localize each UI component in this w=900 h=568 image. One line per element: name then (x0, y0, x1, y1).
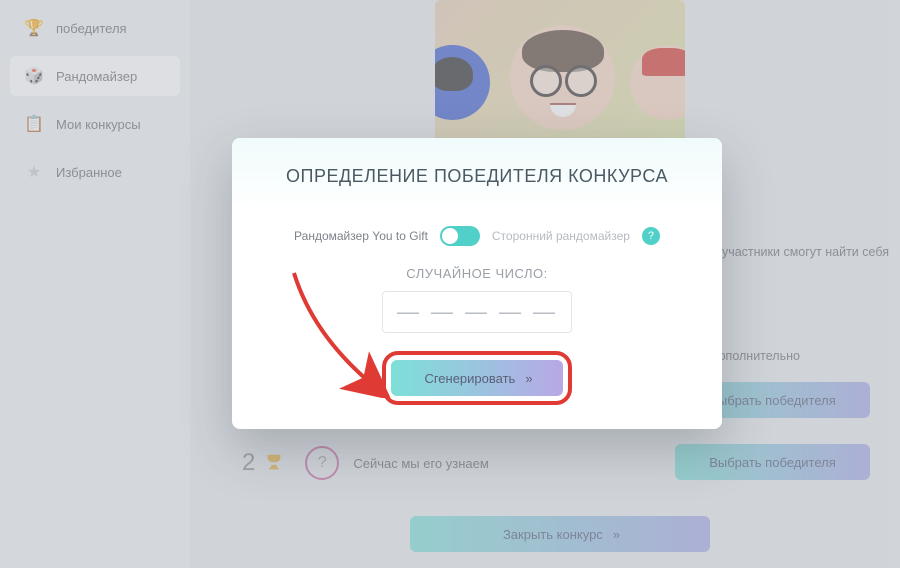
chevron-right-icon: » (525, 371, 529, 386)
generate-highlight: Сгенерировать » (382, 351, 572, 405)
button-label: Сгенерировать (424, 371, 515, 386)
randomizer-toggle-row: Рандомайзер You to Gift Сторонний рандом… (232, 226, 722, 246)
modal-title: ОПРЕДЕЛЕНИЕ ПОБЕДИТЕЛЯ КОНКУРСА (232, 138, 722, 205)
randomizer-toggle[interactable] (440, 226, 480, 246)
winner-modal: ОПРЕДЕЛЕНИЕ ПОБЕДИТЕЛЯ КОНКУРСА Рандомай… (232, 138, 722, 429)
random-number-label: СЛУЧАЙНОЕ ЧИСЛО: (232, 266, 722, 281)
toggle-label-off: Сторонний рандомайзер (492, 229, 630, 243)
generate-button[interactable]: Сгенерировать » (391, 360, 563, 396)
toggle-label-on: Рандомайзер You to Gift (294, 229, 428, 243)
help-icon[interactable]: ? (642, 227, 660, 245)
modal-divider (232, 205, 722, 208)
random-number-display: — — — — — (382, 291, 572, 333)
